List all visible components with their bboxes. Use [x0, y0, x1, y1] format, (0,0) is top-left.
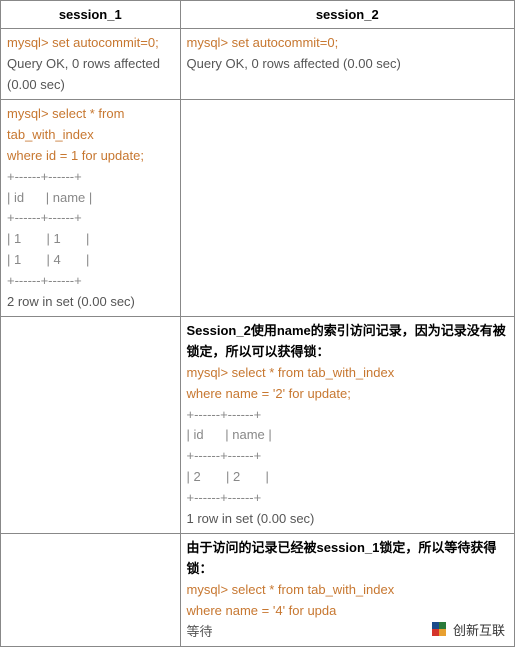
sql-result: 2 row in set (0.00 sec) [7, 292, 174, 313]
cell-s1-autocommit: mysql> set autocommit=0; Query OK, 0 row… [1, 29, 181, 100]
sql-command: mysql> set autocommit=0; [187, 33, 509, 54]
cell-empty [180, 100, 515, 317]
table-border: +------+------+ [7, 208, 174, 229]
table-row: mysql> select * from tab_with_index wher… [1, 100, 515, 317]
sql-result: Query OK, 0 rows affected (0.00 sec) [7, 54, 174, 96]
table-data-row: | 1 | 1 | [7, 229, 174, 250]
explanation-text: Session_2使用name的索引访问记录，因为记录没有被锁定，所以可以获得锁… [187, 321, 509, 363]
cell-s2-autocommit: mysql> set autocommit=0; Query OK, 0 row… [180, 29, 515, 100]
sql-command: mysql> set autocommit=0; [7, 33, 174, 54]
cell-empty [1, 534, 181, 647]
sql-command: mysql> select * from tab_with_index [187, 580, 509, 601]
table-row: Session_2使用name的索引访问记录，因为记录没有被锁定，所以可以获得锁… [1, 317, 515, 534]
table-header-row: | id | name | [187, 425, 509, 446]
header-session-2: session_2 [180, 1, 515, 29]
sql-command: mysql> select * from tab_with_index [187, 363, 509, 384]
sql-command: mysql> select * from tab_with_index [7, 104, 174, 146]
watermark: 创新互联 [425, 617, 509, 641]
table-border: +------+------+ [7, 167, 174, 188]
cell-empty [1, 317, 181, 534]
sql-result: 1 row in set (0.00 sec) [187, 509, 509, 530]
sql-command: where name = '2' for update; [187, 384, 509, 405]
table-border: +------+------+ [187, 488, 509, 509]
session-comparison-table: session_1 session_2 mysql> set autocommi… [0, 0, 515, 647]
cell-s1-select-for-update: mysql> select * from tab_with_index wher… [1, 100, 181, 317]
table-header-row: | id | name | [7, 188, 174, 209]
table-border: +------+------+ [7, 271, 174, 292]
table-border: +------+------+ [187, 446, 509, 467]
table-data-row: | 1 | 4 | [7, 250, 174, 271]
sql-result: Query OK, 0 rows affected (0.00 sec) [187, 54, 509, 75]
header-row: session_1 session_2 [1, 1, 515, 29]
table-container: session_1 session_2 mysql> set autocommi… [0, 0, 515, 647]
cell-s2-select-name-2: Session_2使用name的索引访问记录，因为记录没有被锁定，所以可以获得锁… [180, 317, 515, 534]
sql-command: where id = 1 for update; [7, 146, 174, 167]
table-data-row: | 2 | 2 | [187, 467, 509, 488]
header-session-1: session_1 [1, 1, 181, 29]
watermark-logo-icon [429, 619, 449, 639]
table-row: mysql> set autocommit=0; Query OK, 0 row… [1, 29, 515, 100]
watermark-text: 创新互联 [453, 620, 505, 639]
table-border: +------+------+ [187, 405, 509, 426]
explanation-text: 由于访问的记录已经被session_1锁定，所以等待获得锁： [187, 538, 509, 580]
